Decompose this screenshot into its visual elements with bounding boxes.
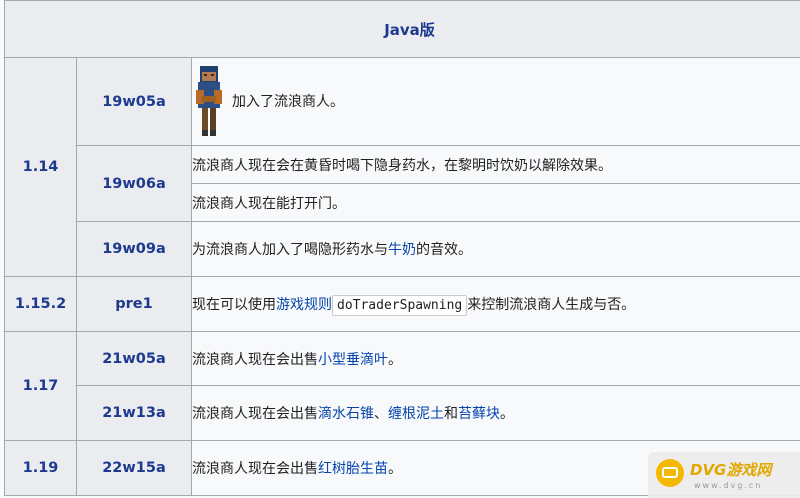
watermark: DVG游戏网 www.dvg.cn: [648, 452, 800, 498]
entry-text: 加入了流浪商人。: [232, 93, 344, 110]
snapshot-cell[interactable]: 19w06a: [76, 145, 192, 222]
snapshot-link[interactable]: 19w06a: [102, 176, 166, 192]
snapshot-link[interactable]: 19w05a: [102, 94, 166, 110]
entry-text: 流浪商人现在能打开门。: [192, 195, 347, 212]
entry-description: 加入了流浪商人。: [191, 57, 800, 146]
version-cell[interactable]: 1.19: [4, 440, 77, 496]
snapshot-cell[interactable]: 21w13a: [76, 385, 192, 441]
version-cell[interactable]: 1.17: [4, 331, 77, 441]
snapshot-link[interactable]: 21w13a: [102, 405, 166, 421]
entry-text: 为流浪商人加入了喝隐形药水与: [192, 242, 389, 258]
entry-description: 流浪商人现在会出售小型垂滴叶。: [191, 331, 800, 386]
small-dripleaf-link[interactable]: 小型垂滴叶: [318, 352, 388, 368]
pointed-dripstone-link[interactable]: 滴水石锥: [318, 406, 374, 422]
snapshot-link[interactable]: pre1: [115, 296, 152, 312]
entry-text: 。: [500, 406, 514, 422]
entry-description: 现在可以使用游戏规则 doTraderSpawning 来控制流浪商人生成与否。: [191, 276, 800, 332]
version-cell[interactable]: 1.14: [4, 57, 77, 277]
dvg-logo-icon: [656, 459, 684, 487]
entry-text: 现在可以使用: [192, 297, 277, 313]
moss-block-link[interactable]: 苔藓块: [458, 406, 500, 422]
entry-description: 为流浪商人加入了喝隐形药水与牛奶的音效。: [191, 221, 800, 277]
snapshot-cell[interactable]: 19w05a: [76, 57, 192, 146]
version-cell[interactable]: 1.15.2: [4, 276, 77, 332]
snapshot-link[interactable]: 22w15a: [102, 460, 166, 476]
entry-text: 流浪商人现在会出售: [192, 461, 319, 477]
entry-text: 的音效。: [416, 242, 472, 258]
gamerule-code: doTraderSpawning: [332, 295, 468, 316]
history-table: Java版 1.14 19w05a 加入了流浪商人。 19w06a 流浪商人现在…: [4, 0, 800, 496]
version-link[interactable]: 1.14: [23, 159, 59, 175]
version-link[interactable]: 1.15.2: [15, 296, 66, 312]
watermark-brand: DVG游戏网: [690, 461, 772, 479]
entry-text: 、: [374, 406, 388, 422]
entry-text: 流浪商人现在会出售: [192, 351, 319, 368]
edition-header: Java版: [4, 0, 800, 58]
milk-link[interactable]: 牛奶: [388, 242, 416, 258]
entry-text: 流浪商人现在会在黄昏时喝下隐身药水，在黎明时饮奶以解除效果。: [192, 157, 613, 174]
watermark-url: www.dvg.cn: [694, 481, 763, 490]
snapshot-cell[interactable]: pre1: [76, 276, 192, 332]
entry-text: 。: [388, 351, 402, 368]
mangrove-propagule-link[interactable]: 红树胎生苗: [318, 461, 388, 477]
snapshot-cell[interactable]: 19w09a: [76, 221, 192, 277]
entry-description: 流浪商人现在会在黄昏时喝下隐身药水，在黎明时饮奶以解除效果。: [191, 145, 800, 184]
wandering-trader-image[interactable]: [193, 64, 227, 140]
version-link[interactable]: 1.17: [23, 378, 59, 394]
snapshot-cell[interactable]: 22w15a: [76, 440, 192, 496]
snapshot-cell[interactable]: 21w05a: [76, 331, 192, 386]
snapshot-link[interactable]: 21w05a: [102, 351, 166, 367]
rooted-dirt-link[interactable]: 缠根泥土: [388, 406, 444, 422]
entry-text: 流浪商人现在会出售: [192, 406, 319, 422]
entry-text: 。: [388, 461, 402, 477]
snapshot-link[interactable]: 19w09a: [102, 241, 166, 257]
version-link[interactable]: 1.19: [23, 460, 59, 476]
entry-description: 流浪商人现在会出售滴水石锥、缠根泥土和苔藓块。: [191, 385, 800, 441]
entry-text: 和: [444, 406, 458, 422]
entry-description: 流浪商人现在能打开门。: [191, 183, 800, 222]
entry-text: 来控制流浪商人生成与否。: [467, 297, 636, 313]
gamerule-link[interactable]: 游戏规则: [276, 297, 332, 313]
